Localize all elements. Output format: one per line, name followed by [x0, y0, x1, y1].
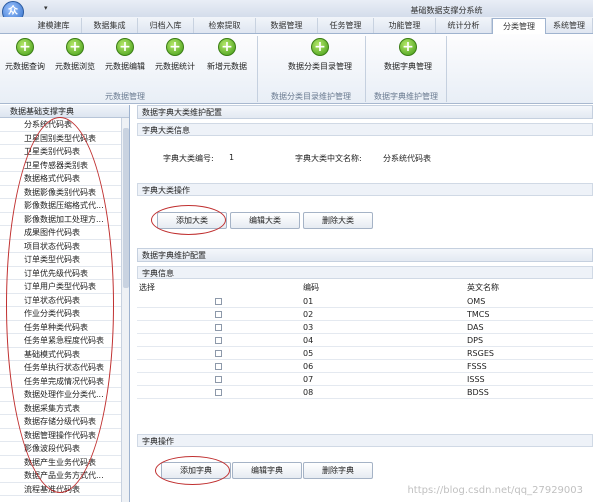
english-name-cell: ISSS	[467, 375, 485, 384]
add-icon: +	[311, 38, 329, 56]
english-name-cell: OMS	[467, 297, 486, 306]
metadata-edit-button[interactable]: + 元数据编辑	[100, 38, 150, 80]
metadata-query-button[interactable]: + 元数据查询	[0, 38, 50, 80]
ribbon: + 元数据查询 + 元数据浏览 + 元数据编辑 + 元数据统计 + 新增元数据 …	[0, 34, 593, 104]
code-cell: 08	[303, 388, 314, 397]
vertical-scrollbar[interactable]	[121, 118, 129, 502]
tab-task-management[interactable]: 任务管理	[318, 18, 374, 33]
group-separator	[446, 36, 447, 102]
english-name-cell: DAS	[467, 323, 484, 332]
add-icon: +	[66, 38, 84, 56]
english-name-cell: DPS	[467, 336, 484, 345]
group-label-category: 数据分类目录维护管理	[271, 92, 351, 101]
column-header-code[interactable]: 编码	[303, 282, 319, 294]
tab-system-management[interactable]: 系统管理	[546, 18, 593, 33]
table-row[interactable]: 07 ISSS	[137, 373, 593, 386]
row-checkbox[interactable]	[215, 376, 222, 383]
row-checkbox[interactable]	[215, 389, 222, 396]
new-metadata-button[interactable]: + 新增元数据	[202, 38, 252, 80]
row-checkbox[interactable]	[215, 298, 222, 305]
group-label-metadata: 元数据管理	[105, 92, 145, 101]
table-row[interactable]: 02 TMCS	[137, 308, 593, 321]
section-title-category: 数据字典大类维护配置	[137, 105, 593, 119]
english-name-cell: TMCS	[467, 310, 490, 319]
main-content: 数据字典大类维护配置 字典大类信息 字典大类编号: 1 字典大类中文名称: 分系…	[137, 105, 593, 502]
table-row[interactable]: 08 BDSS	[137, 386, 593, 399]
table-row[interactable]: 05 RSGES	[137, 347, 593, 360]
row-checkbox[interactable]	[215, 363, 222, 370]
dictionary-tree-panel: 数据基础支撑字典 分系统代码表 卫星国别类型代码表 卫星类别代码表 卫星传感器类…	[0, 105, 130, 502]
button-label: 元数据统计	[155, 62, 195, 71]
scrollbar-thumb[interactable]	[123, 128, 129, 288]
annotation-ellipse	[155, 456, 230, 485]
english-name-cell: RSGES	[467, 349, 494, 358]
code-cell: 02	[303, 310, 314, 319]
delete-category-button[interactable]: 删除大类	[303, 212, 373, 229]
row-checkbox[interactable]	[215, 311, 222, 318]
metadata-statistics-button[interactable]: + 元数据统计	[150, 38, 200, 80]
button-label: 元数据浏览	[55, 62, 95, 71]
edit-dictionary-button[interactable]: 编辑字典	[232, 462, 302, 479]
table-row[interactable]: 03 DAS	[137, 321, 593, 334]
tab-classification[interactable]: 分类管理	[492, 18, 546, 35]
row-checkbox[interactable]	[215, 337, 222, 344]
column-header-english-name[interactable]: 英文名称	[467, 282, 499, 294]
table-row[interactable]: 04 DPS	[137, 334, 593, 347]
code-cell: 03	[303, 323, 314, 332]
row-checkbox[interactable]	[215, 324, 222, 331]
category-code-label: 字典大类编号:	[163, 154, 214, 163]
category-name-value: 分系统代码表	[383, 154, 431, 163]
code-cell: 05	[303, 349, 314, 358]
annotation-ellipse	[6, 117, 114, 493]
subsection-title-dictionary-info: 字典信息	[137, 266, 593, 279]
tab-archive[interactable]: 归档入库	[138, 18, 194, 33]
button-label: 数据分类目录管理	[288, 62, 352, 71]
tab-data-management[interactable]: 数据管理	[256, 18, 318, 33]
subsection-title-category-info: 字典大类信息	[137, 123, 593, 136]
section-title-dictionary: 数据字典维护配置	[137, 248, 593, 262]
code-cell: 07	[303, 375, 314, 384]
category-code-value: 1	[229, 153, 235, 162]
metadata-browse-button[interactable]: + 元数据浏览	[50, 38, 100, 80]
watermark: https://blog.csdn.net/qq_27929003	[407, 485, 583, 496]
row-checkbox[interactable]	[215, 350, 222, 357]
delete-dictionary-button[interactable]: 删除字典	[303, 462, 373, 479]
annotation-ellipse	[151, 205, 226, 235]
add-icon: +	[399, 38, 417, 56]
tab-function-management[interactable]: 功能管理	[374, 18, 436, 33]
table-row[interactable]: 01 OMS	[137, 295, 593, 308]
subsection-title-dictionary-ops: 字典操作	[137, 434, 593, 447]
button-label: 元数据编辑	[105, 62, 145, 71]
add-icon: +	[16, 38, 34, 56]
english-name-cell: BDSS	[467, 388, 489, 397]
subsection-title-category-ops: 字典大类操作	[137, 183, 593, 196]
english-name-cell: FSSS	[467, 362, 487, 371]
button-label: 数据字典管理	[384, 62, 432, 71]
edit-category-button[interactable]: 编辑大类	[230, 212, 300, 229]
button-label: 新增元数据	[207, 62, 247, 71]
table-row[interactable]: 06 FSSS	[137, 360, 593, 373]
tab-modeling[interactable]: 建模建库	[26, 18, 82, 33]
code-cell: 06	[303, 362, 314, 371]
data-dictionary-button[interactable]: + 数据字典管理	[378, 38, 438, 80]
add-icon: +	[116, 38, 134, 56]
code-cell: 04	[303, 336, 314, 345]
add-icon: +	[166, 38, 184, 56]
category-name-label: 字典大类中文名称:	[295, 154, 362, 163]
tab-retrieval[interactable]: 检索提取	[194, 18, 256, 33]
add-icon: +	[218, 38, 236, 56]
menu-bar: 建模建库 数据集成 归档入库 检索提取 数据管理 任务管理 功能管理 统计分析 …	[0, 17, 593, 35]
window-title: 基础数据支撑分系统	[410, 6, 483, 15]
data-category-catalog-button[interactable]: + 数据分类目录管理	[280, 38, 360, 80]
column-header-select[interactable]: 选择	[139, 282, 155, 294]
group-label-dictionary: 数据字典维护管理	[374, 92, 438, 101]
panel-header: 数据基础支撑字典	[0, 105, 129, 118]
button-label: 元数据查询	[5, 62, 45, 71]
tab-statistics[interactable]: 统计分析	[436, 18, 492, 33]
tab-integration[interactable]: 数据集成	[82, 18, 138, 33]
code-cell: 01	[303, 297, 314, 306]
